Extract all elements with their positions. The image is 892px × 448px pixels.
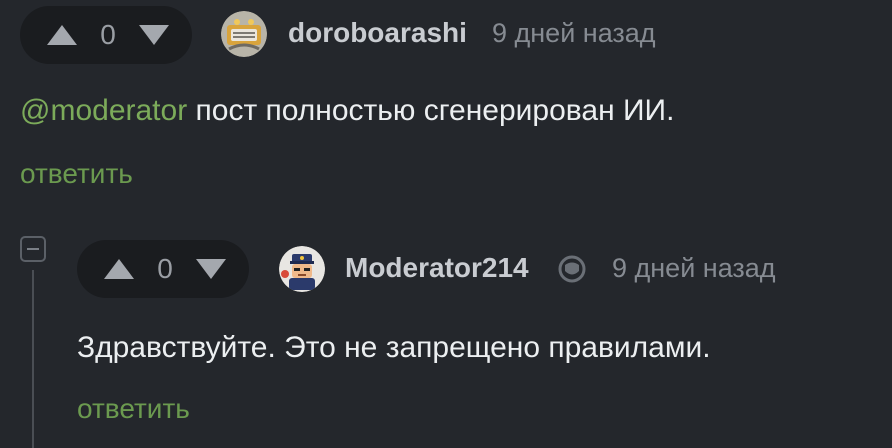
thread-line[interactable] xyxy=(32,270,34,448)
arrow-up-icon xyxy=(47,25,77,45)
reply-body: Здравствуйте. Это не запрещено правилами… xyxy=(77,331,711,364)
collapse-thread-button[interactable] xyxy=(20,236,46,262)
vote-count: 0 xyxy=(157,253,173,284)
avatar[interactable] xyxy=(221,11,267,57)
upvote-button[interactable] xyxy=(44,20,80,50)
arrow-down-icon xyxy=(196,259,226,279)
moderator-avatar-icon xyxy=(279,246,325,292)
reply-button[interactable]: ответить xyxy=(20,158,133,190)
comment-body-text: пост полностью сгенерирован ИИ. xyxy=(187,94,675,127)
comment-author[interactable]: doroboarashi xyxy=(288,17,467,49)
downvote-button[interactable] xyxy=(193,254,229,284)
comment-vote-control: 0 xyxy=(20,6,192,64)
arrow-down-icon xyxy=(139,25,169,45)
vote-count: 0 xyxy=(100,19,116,50)
reply-button[interactable]: ответить xyxy=(77,393,190,425)
comment-timestamp[interactable]: 9 дней назад xyxy=(492,18,656,49)
reply-timestamp[interactable]: 9 дней назад xyxy=(612,253,776,284)
user-avatar-icon xyxy=(221,11,267,57)
downvote-button[interactable] xyxy=(136,20,172,50)
user-mention-link[interactable]: @moderator xyxy=(20,94,187,127)
reply-vote-control: 0 xyxy=(77,240,249,298)
moderator-badge-icon xyxy=(558,255,586,283)
avatar[interactable] xyxy=(279,246,325,292)
minus-icon xyxy=(27,248,39,250)
arrow-up-icon xyxy=(104,259,134,279)
comment-body: @moderator пост полностью сгенерирован И… xyxy=(20,94,674,128)
reply-author[interactable]: Moderator214 xyxy=(345,252,529,284)
upvote-button[interactable] xyxy=(101,254,137,284)
